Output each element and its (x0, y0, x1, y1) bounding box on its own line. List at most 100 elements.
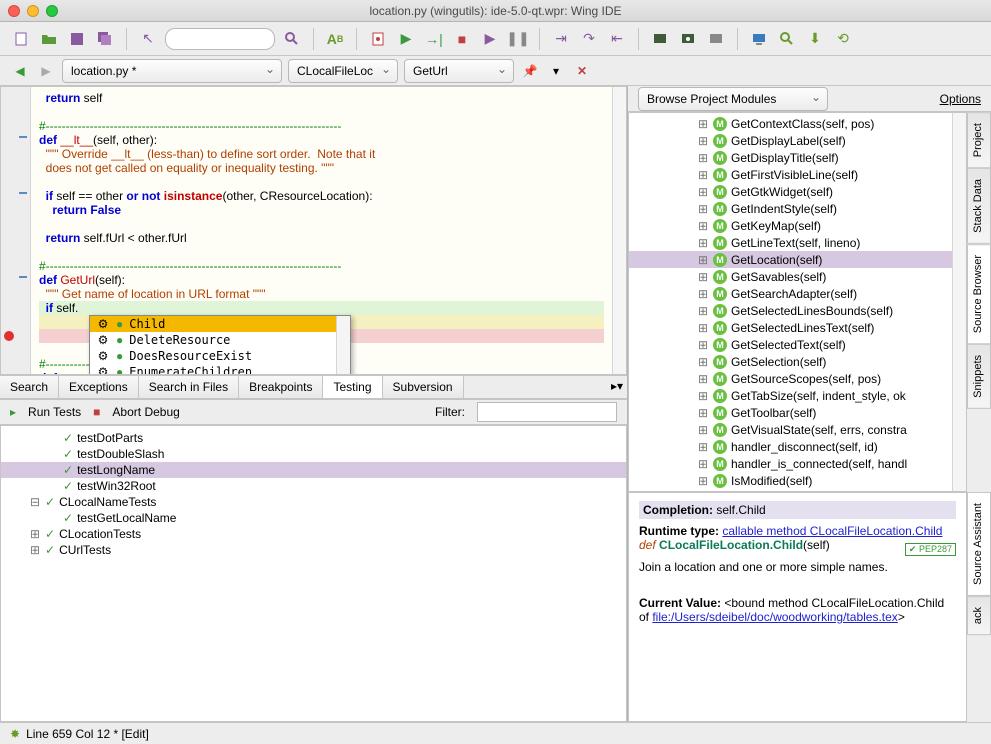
run-icon[interactable]: ▶ (395, 28, 417, 50)
bottom-tab-subversion[interactable]: Subversion (383, 376, 464, 398)
step-icon[interactable]: →| (423, 28, 445, 50)
autocomplete-item[interactable]: ⚙● Child (90, 316, 350, 332)
save-icon[interactable] (66, 28, 88, 50)
breakpoint-icon[interactable] (4, 331, 14, 341)
source-assistant: Completion: self.Child Runtime type: cal… (628, 492, 967, 722)
test-node[interactable]: ⊞✓ CLocationTests (1, 526, 626, 542)
test-node[interactable]: ✓ testWin32Root (1, 478, 626, 494)
pause-icon[interactable]: ❚❚ (507, 28, 529, 50)
bottom-tab-search[interactable]: Search (0, 376, 59, 398)
abort-debug-button[interactable]: Abort Debug (112, 405, 179, 419)
menu-icon[interactable]: ▾ (546, 61, 566, 81)
step-into-icon[interactable]: ⇥ (550, 28, 572, 50)
test-toolbar: ▸Run Tests ■Abort Debug Filter: (0, 399, 627, 425)
module-tree[interactable]: ⊞M GetContextClass(self, pos)⊞M GetDispl… (628, 112, 967, 492)
tree-node[interactable]: ⊞M GetSavables(self) (629, 268, 966, 285)
vtab2-source-assistant[interactable]: Source Assistant (967, 492, 991, 596)
test-node[interactable]: ✓ testGetLocalName (1, 510, 626, 526)
autocomplete-item[interactable]: ⚙● EnumerateChildren (90, 364, 350, 375)
bp-toggle2-icon[interactable] (677, 28, 699, 50)
tree-node[interactable]: ⊞M handler_is_connected(self, handl (629, 455, 966, 472)
open-folder-icon[interactable] (38, 28, 60, 50)
run-tests-button[interactable]: Run Tests (28, 405, 81, 419)
step-over-icon[interactable]: ↷ (578, 28, 600, 50)
test-node[interactable]: ✓ testDoubleSlash (1, 446, 626, 462)
tree-node[interactable]: ⊞M GetFirstVisibleLine(self) (629, 166, 966, 183)
autocomplete-item[interactable]: ⚙● DoesResourceExist (90, 348, 350, 364)
tree-node[interactable]: ⊞M GetSearchAdapter(self) (629, 285, 966, 302)
autocomplete-popup[interactable]: ⚙● Child⚙● DeleteResource⚙● DoesResource… (89, 315, 351, 375)
tree-node[interactable]: ⊞M IsModified(self) (629, 472, 966, 489)
tree-node[interactable]: ⊞M GetLocation(self) (629, 251, 966, 268)
close-icon[interactable]: ✕ (572, 61, 592, 81)
save-all-icon[interactable] (94, 28, 116, 50)
monitor-icon[interactable] (748, 28, 770, 50)
right-header: Browse Project Modules Options (628, 86, 991, 112)
tree-node[interactable]: ⊞M GetDisplayLabel(self) (629, 132, 966, 149)
tree-node[interactable]: ⊞M GetKeyMap(self) (629, 217, 966, 234)
sync-icon[interactable]: ⟲ (832, 28, 854, 50)
stop-icon[interactable]: ■ (451, 28, 473, 50)
window-title: location.py (wingutils): ide-5.0-qt.wpr:… (0, 4, 991, 18)
filter-input[interactable] (477, 402, 617, 422)
goto-icon[interactable]: ↖ (137, 28, 159, 50)
bottom-tab-exceptions[interactable]: Exceptions (59, 376, 139, 398)
tree-scrollbar[interactable] (952, 113, 966, 491)
options-link[interactable]: Options (940, 92, 981, 106)
tree-node[interactable]: ⊞M GetSelection(self) (629, 353, 966, 370)
vtab-snippets[interactable]: Snippets (967, 344, 991, 409)
debug-file-icon[interactable] (367, 28, 389, 50)
tree-node[interactable]: ⊞M GetIndentStyle(self) (629, 200, 966, 217)
editor-scrollbar[interactable] (612, 87, 626, 374)
assist-desc: Join a location and one or more simple n… (639, 560, 956, 574)
tree-node[interactable]: ⊞M GetLineText(self, lineno) (629, 234, 966, 251)
scope-combo[interactable]: CLocalFileLoc (288, 59, 398, 83)
tab-menu-icon[interactable]: ▸▾ (607, 376, 627, 396)
tree-node[interactable]: ⊞M GetTabSize(self, indent_style, ok (629, 387, 966, 404)
new-file-icon[interactable] (10, 28, 32, 50)
file-combo[interactable]: location.py * (62, 59, 282, 83)
bp-toggle-icon[interactable] (649, 28, 671, 50)
tree-node[interactable]: ⊞M GetGtkWidget(self) (629, 183, 966, 200)
method-combo[interactable]: GetUrl (404, 59, 514, 83)
bottom-tab-search-in-files[interactable]: Search in Files (139, 376, 239, 398)
download-icon[interactable]: ⬇ (804, 28, 826, 50)
test-node[interactable]: ⊟✓ CLocalNameTests (1, 494, 626, 510)
find-icon[interactable] (776, 28, 798, 50)
test-node[interactable]: ⊞✓ CUrlTests (1, 542, 626, 558)
autocomplete-item[interactable]: ⚙● DeleteResource (90, 332, 350, 348)
vtab-source-browser[interactable]: Source Browser (967, 244, 991, 344)
tree-node[interactable]: ⊞M GetDisplayTitle(self) (629, 149, 966, 166)
vtab2-ack[interactable]: ack (967, 596, 991, 635)
browse-combo[interactable]: Browse Project Modules (638, 87, 828, 111)
pin-icon[interactable]: 📌 (520, 61, 540, 81)
search-input[interactable] (165, 28, 275, 50)
tree-node[interactable]: ⊞M GetVisualState(self, errs, constra (629, 421, 966, 438)
tree-node[interactable]: ⊞M GetSourceScopes(self, pos) (629, 370, 966, 387)
code-editor[interactable]: return self #---------------------------… (0, 86, 627, 375)
tests-tree[interactable]: ✓ testDotParts✓ testDoubleSlash✓ testLon… (0, 425, 627, 722)
vtab-project[interactable]: Project (967, 112, 991, 168)
fwd-icon[interactable]: ▶ (36, 61, 56, 81)
test-node[interactable]: ✓ testLongName (1, 462, 626, 478)
search-icon[interactable] (281, 28, 303, 50)
tree-node[interactable]: ⊞M GetContextClass(self, pos) (629, 115, 966, 132)
gutter[interactable] (1, 87, 31, 374)
bottom-tab-testing[interactable]: Testing (323, 376, 382, 398)
nav-row: ◀ ▶ location.py * CLocalFileLoc GetUrl 📌… (0, 56, 991, 86)
tree-node[interactable]: ⊞M GetSelectedText(self) (629, 336, 966, 353)
tree-node[interactable]: ⊞M GetToolbar(self) (629, 404, 966, 421)
bottom-tab-breakpoints[interactable]: Breakpoints (239, 376, 323, 398)
tree-node[interactable]: ⊞M handler_disconnect(self, id) (629, 438, 966, 455)
tree-node[interactable]: ⊞M GetSelectedLinesBounds(self) (629, 302, 966, 319)
runtime-type-link[interactable]: callable method CLocalFileLocation.Child (722, 524, 942, 538)
test-node[interactable]: ✓ testDotParts (1, 430, 626, 446)
tree-node[interactable]: ⊞M GetSelectedLinesText(self) (629, 319, 966, 336)
back-icon[interactable]: ◀ (10, 61, 30, 81)
current-value-link[interactable]: file:/Users/sdeibel/doc/woodworking/tabl… (652, 610, 897, 624)
resume-icon[interactable]: ▶ (479, 28, 501, 50)
step-out-icon[interactable]: ⇤ (606, 28, 628, 50)
replace-icon[interactable]: AB (324, 28, 346, 50)
bp-clear-icon[interactable] (705, 28, 727, 50)
vtab-stack-data[interactable]: Stack Data (967, 168, 991, 244)
